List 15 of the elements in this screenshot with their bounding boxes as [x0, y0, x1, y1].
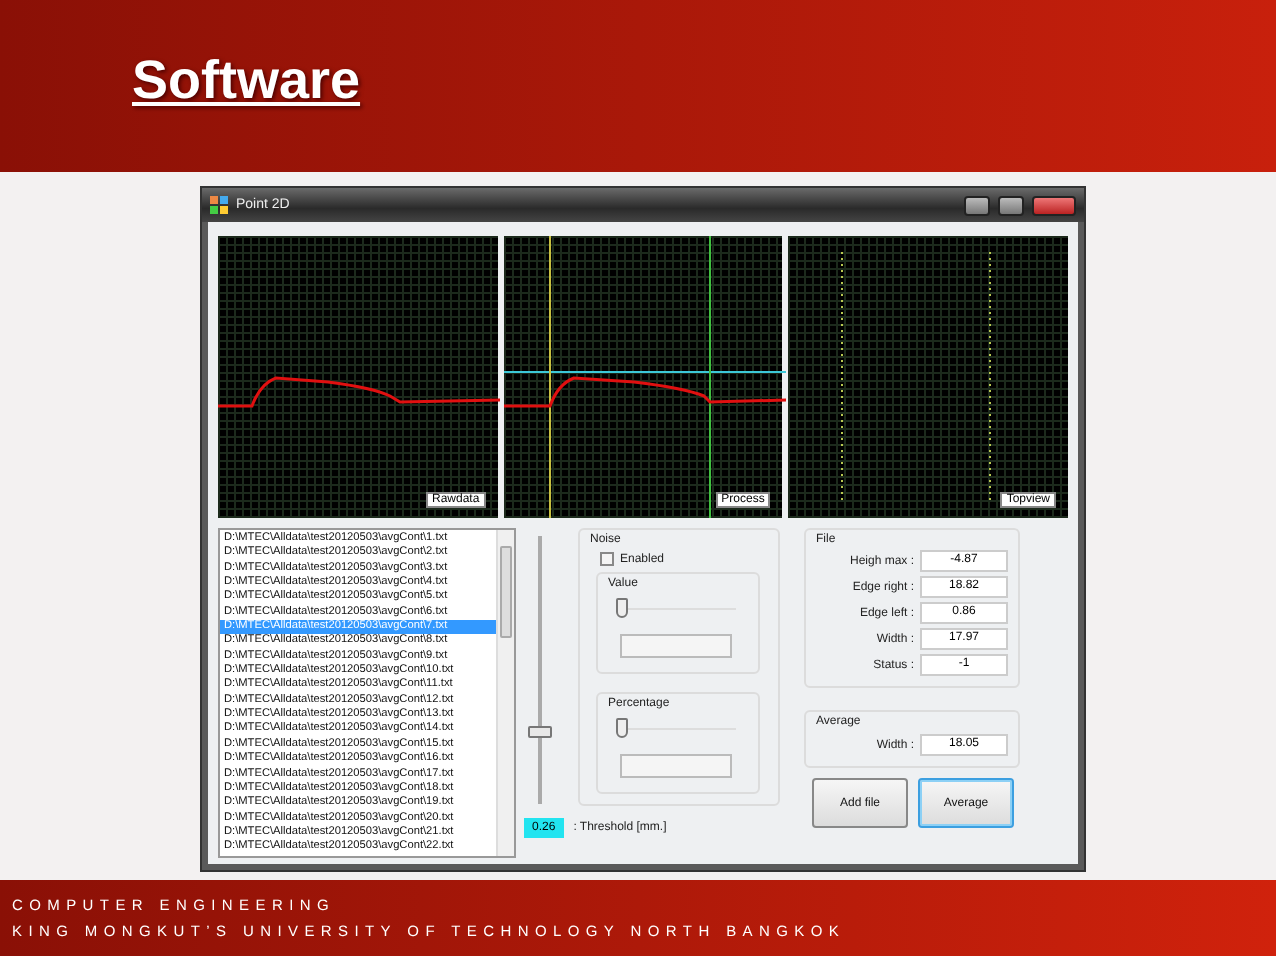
slider-thumb[interactable] — [616, 598, 628, 618]
input-field[interactable] — [620, 634, 732, 658]
slider-thumb[interactable] — [528, 725, 552, 738]
threshold-slider[interactable] — [524, 536, 556, 804]
slide-title: Software — [132, 49, 361, 111]
slider[interactable] — [616, 716, 736, 740]
maximize-button[interactable] — [998, 195, 1024, 215]
close-button[interactable] — [1032, 195, 1076, 215]
input-field[interactable] — [620, 754, 732, 778]
slider[interactable] — [616, 596, 736, 620]
checkbox[interactable] — [600, 552, 614, 566]
minimize-button[interactable] — [964, 195, 990, 215]
app-icon — [210, 196, 228, 214]
scroll-bar[interactable] — [496, 530, 514, 856]
slider-thumb[interactable] — [616, 718, 628, 738]
